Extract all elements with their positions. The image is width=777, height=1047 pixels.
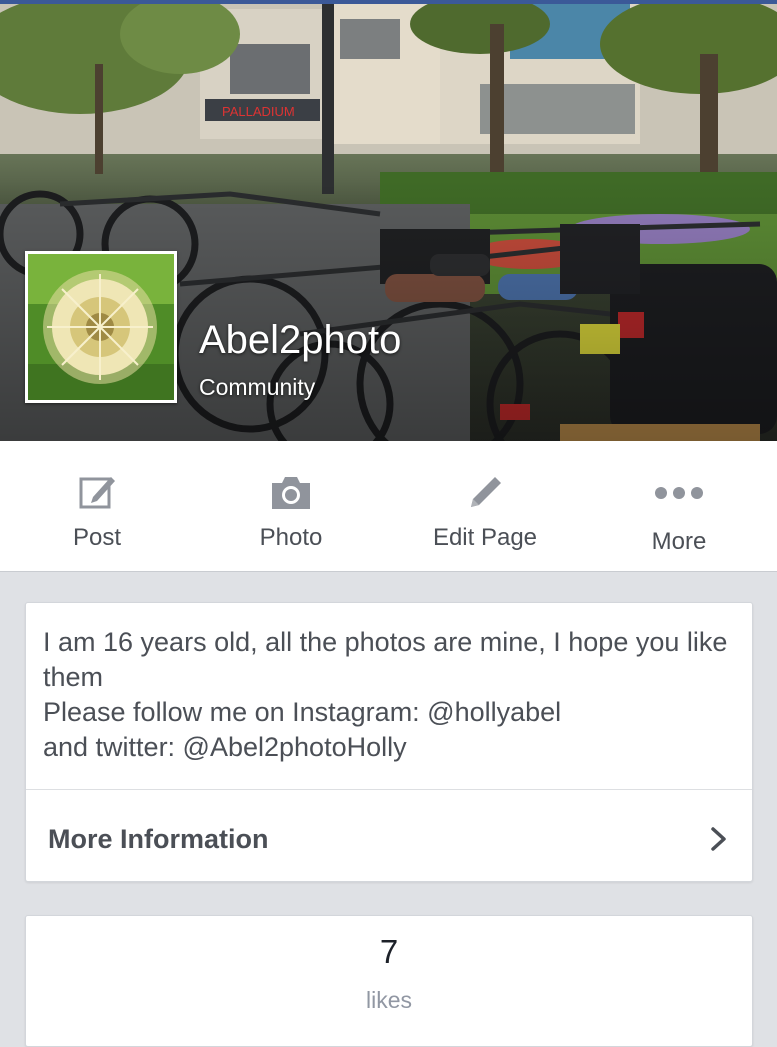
photo-label: Photo [259, 524, 323, 551]
more-information-label: More Information [48, 824, 269, 854]
page-name: Abel2photo [199, 318, 402, 362]
post-label: Post [72, 524, 122, 551]
more-label: More [651, 528, 707, 555]
about-line-3: and twitter: @Abel2photoHolly [43, 732, 407, 762]
camera-icon [194, 471, 388, 515]
photo-button[interactable]: Photo [194, 441, 388, 571]
post-button[interactable]: Post [0, 441, 194, 571]
about-line-1: I am 16 years old, all the photos are mi… [43, 627, 728, 692]
dandelion-icon [28, 254, 174, 400]
chevron-right-icon [711, 827, 726, 851]
more-dots-icon [582, 471, 776, 515]
about-line-2: Please follow me on Instagram: @hollyabe… [43, 697, 562, 727]
more-information-row[interactable]: More Information [26, 790, 752, 881]
likes-label: likes [365, 987, 412, 1013]
pencil-icon [388, 471, 582, 515]
more-button[interactable]: More [582, 441, 776, 571]
cover-photo[interactable]: PALLADIUM [0, 4, 777, 441]
edit-page-button[interactable]: Edit Page [388, 441, 582, 571]
page-action-bar: Post Photo Edit Page More [0, 441, 777, 572]
profile-picture[interactable] [25, 251, 177, 403]
likes-card[interactable]: 7 likes [25, 915, 753, 1047]
about-card: I am 16 years old, all the photos are mi… [25, 602, 753, 882]
about-text: I am 16 years old, all the photos are mi… [43, 625, 733, 765]
likes-count: 7 [379, 933, 399, 970]
edit-page-label: Edit Page [432, 524, 538, 551]
page-category[interactable]: Community [199, 373, 315, 401]
compose-icon [0, 471, 194, 515]
